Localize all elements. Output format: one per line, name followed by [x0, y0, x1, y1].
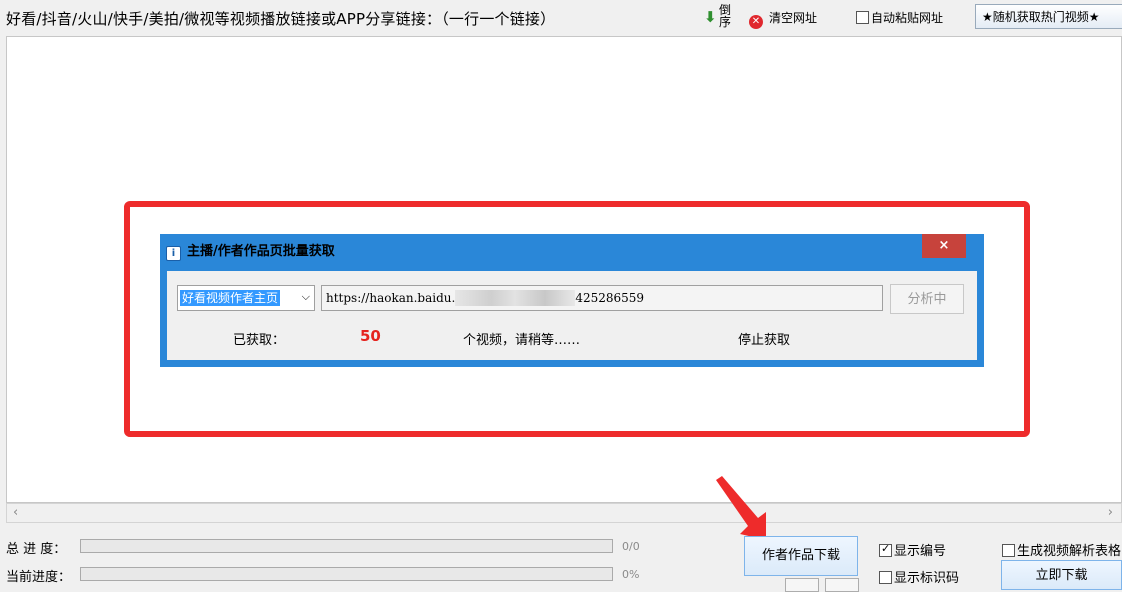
show-number-box[interactable]: [879, 542, 892, 557]
total-progress-bar: [80, 539, 613, 553]
scroll-right-icon[interactable]: ›: [1108, 505, 1113, 520]
show-code-box[interactable]: [879, 571, 892, 584]
reverse-order-button[interactable]: ⬇ 倒序: [704, 4, 740, 32]
reverse-order-label: 倒序: [719, 3, 732, 29]
small-button-left[interactable]: [785, 578, 819, 592]
auto-paste-label: 自动粘贴网址: [871, 11, 944, 25]
show-number-label: 显示编号: [894, 544, 947, 559]
total-progress-text: 0/0: [622, 540, 640, 553]
auto-paste-checkbox[interactable]: 自动粘贴网址: [856, 9, 943, 26]
gen-table-label: 生成视频解析表格: [1017, 544, 1122, 559]
down-arrow-icon: ⬇: [704, 8, 717, 26]
gen-table-checkbox[interactable]: 生成视频解析表格: [1002, 540, 1121, 559]
scroll-left-icon[interactable]: ‹: [13, 505, 18, 520]
current-progress-label: 当前进度：: [6, 570, 72, 585]
highlight-frame: [124, 201, 1030, 437]
current-progress-bar: [80, 567, 613, 581]
annotation-arrow-icon: [716, 476, 766, 540]
random-hot-videos-button[interactable]: ★随机获取热门视频★: [975, 4, 1122, 29]
show-code-checkbox[interactable]: 显示标识码: [879, 567, 959, 586]
author-works-download-button[interactable]: 作者作品下载: [744, 536, 858, 576]
toolbar: 好看/抖音/火山/快手/美拍/微视等视频播放链接或APP分享链接：（一行一个链接…: [0, 0, 1122, 36]
total-progress-label: 总 进 度：: [6, 542, 67, 557]
auto-paste-box[interactable]: [856, 11, 869, 24]
small-button-right[interactable]: [825, 578, 859, 592]
show-number-checkbox[interactable]: 显示编号: [879, 540, 946, 559]
current-progress-text: 0%: [622, 568, 640, 581]
download-now-button[interactable]: 立即下载: [1001, 560, 1122, 590]
clear-urls-button[interactable]: ✕ 清空网址: [749, 9, 817, 29]
horizontal-scrollbar[interactable]: ‹ ›: [6, 503, 1122, 523]
instruction-label: 好看/抖音/火山/快手/美拍/微视等视频播放链接或APP分享链接：（一行一个链接…: [6, 10, 556, 28]
clear-urls-label: 清空网址: [769, 11, 818, 25]
gen-table-box[interactable]: [1002, 544, 1015, 557]
close-circle-icon: ✕: [749, 15, 763, 29]
